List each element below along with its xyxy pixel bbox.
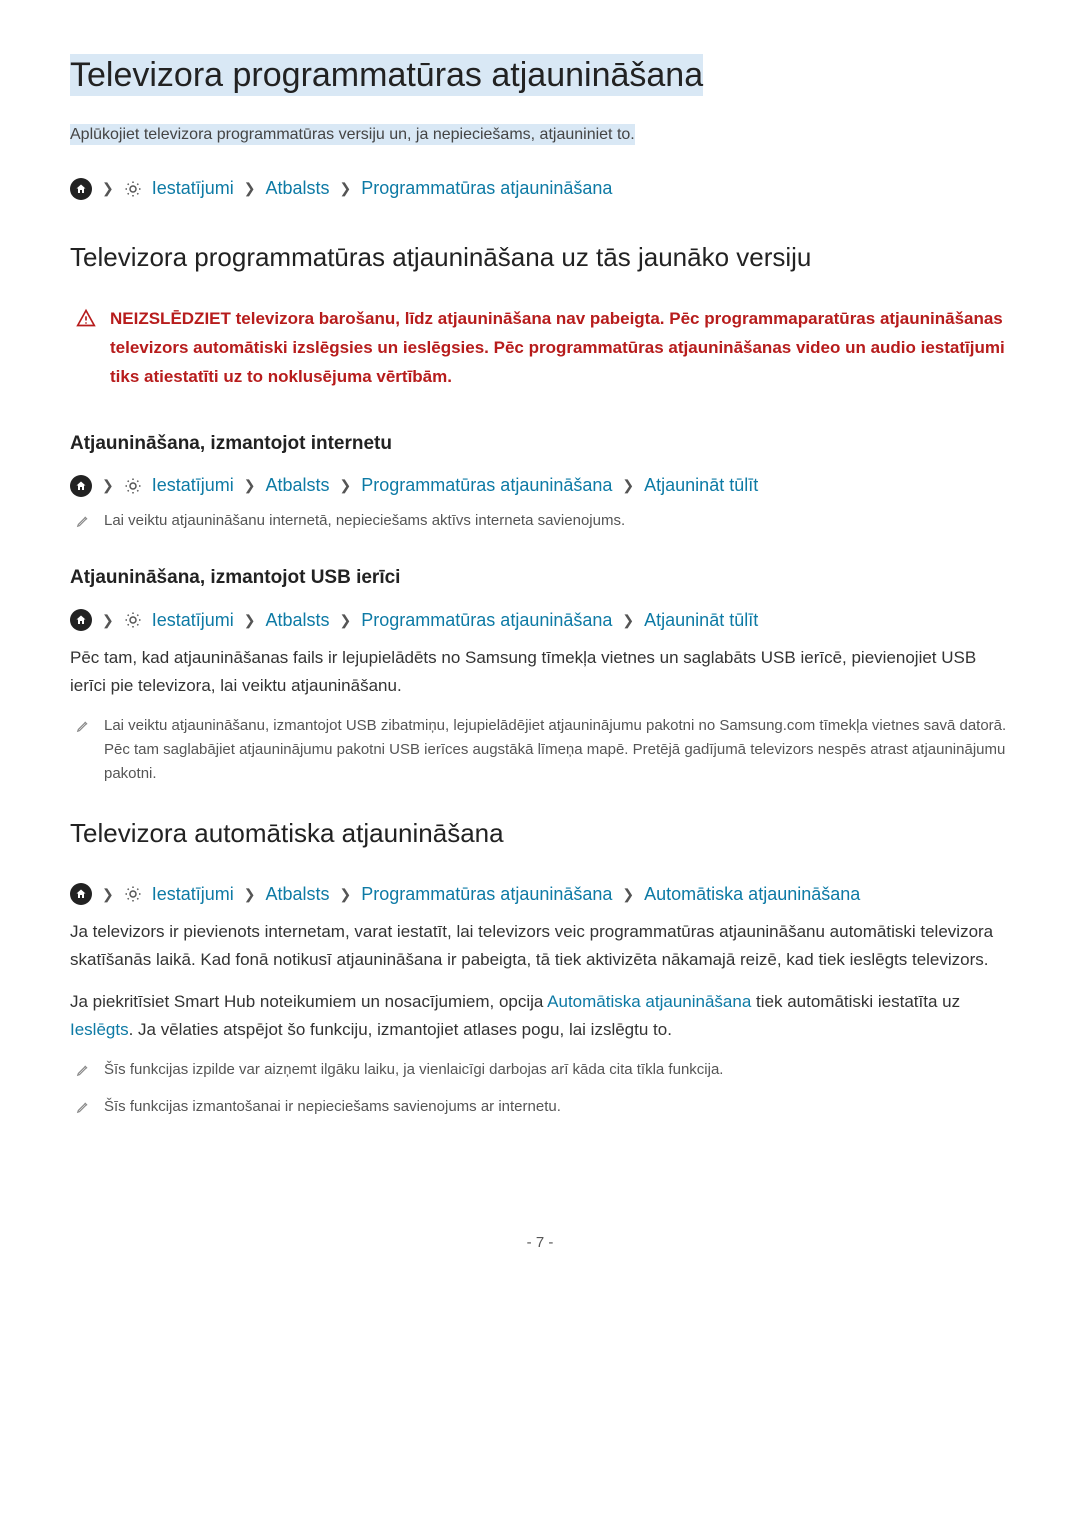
gear-icon (124, 180, 142, 198)
breadcrumb-step[interactable]: Programmatūras atjaunināšana (361, 607, 612, 634)
home-icon (70, 883, 92, 905)
inline-link[interactable]: Ieslēgts (70, 1020, 129, 1039)
chevron-icon: ❯ (340, 884, 352, 905)
chevron-icon: ❯ (622, 610, 634, 631)
chevron-icon: ❯ (244, 610, 256, 631)
chevron-icon: ❯ (102, 610, 114, 631)
home-icon (70, 609, 92, 631)
breadcrumb-step[interactable]: Iestatījumi (152, 881, 234, 908)
pen-icon (76, 1061, 90, 1085)
chevron-icon: ❯ (622, 884, 634, 905)
note-text: Šīs funkcijas izmantošanai ir nepiecieša… (104, 1095, 561, 1122)
breadcrumb-step[interactable]: Atbalsts (266, 472, 330, 499)
breadcrumb-step[interactable]: Automātiska atjaunināšana (644, 881, 860, 908)
breadcrumb-step[interactable]: Iestatījumi (152, 175, 234, 202)
note-text: Lai veiktu atjaunināšanu internetā, nepi… (104, 509, 625, 536)
breadcrumb-main: ❯ Iestatījumi ❯ Atbalsts ❯ Programmatūra… (70, 175, 1010, 202)
note-block: Šīs funkcijas izmantošanai ir nepiecieša… (70, 1095, 1010, 1122)
breadcrumb-step[interactable]: Atbalsts (266, 607, 330, 634)
gear-icon (124, 477, 142, 495)
section-heading: Televizora automātiska atjaunināšana (70, 814, 1010, 853)
breadcrumb-step[interactable]: Atjaunināt tūlīt (644, 472, 758, 499)
text-fragment: . Ja vēlaties atspējot šo funkciju, izma… (129, 1020, 672, 1039)
chevron-icon: ❯ (340, 475, 352, 496)
inline-link[interactable]: Automātiska atjaunināšana (547, 992, 751, 1011)
chevron-icon: ❯ (340, 610, 352, 631)
pen-icon (76, 717, 90, 786)
chevron-icon: ❯ (244, 884, 256, 905)
page-subtitle: Aplūkojiet televizora programmatūras ver… (70, 123, 1010, 147)
body-text: Ja televizors ir pievienots internetam, … (70, 918, 1010, 974)
chevron-icon: ❯ (340, 178, 352, 199)
chevron-icon: ❯ (102, 884, 114, 905)
note-text: Lai veiktu atjaunināšanu, izmantojot USB… (104, 714, 1010, 786)
note-block: Lai veiktu atjaunināšanu, izmantojot USB… (70, 714, 1010, 786)
home-icon (70, 475, 92, 497)
breadcrumb-step[interactable]: Programmatūras atjaunināšana (361, 472, 612, 499)
breadcrumb-step[interactable]: Iestatījumi (152, 607, 234, 634)
note-block: Lai veiktu atjaunināšanu internetā, nepi… (70, 509, 1010, 536)
pen-icon (76, 512, 90, 536)
subsection-heading: Atjaunināšana, izmantojot USB ierīci (70, 564, 1010, 593)
breadcrumb-internet: ❯ Iestatījumi ❯ Atbalsts ❯ Programmatūra… (70, 472, 1010, 499)
warning-text: NEIZSLĒDZIET televizora barošanu, līdz a… (110, 305, 1010, 392)
text-fragment: tiek automātiski iestatīta uz (751, 992, 960, 1011)
breadcrumb-step[interactable]: Atjaunināt tūlīt (644, 607, 758, 634)
body-text: Pēc tam, kad atjaunināšanas fails ir lej… (70, 644, 1010, 700)
section-heading: Televizora programmatūras atjaunināšana … (70, 238, 1010, 277)
body-text: Ja piekritīsiet Smart Hub noteikumiem un… (70, 988, 1010, 1044)
chevron-icon: ❯ (102, 475, 114, 496)
breadcrumb-step[interactable]: Programmatūras atjaunināšana (361, 881, 612, 908)
chevron-icon: ❯ (102, 178, 114, 199)
breadcrumb-auto: ❯ Iestatījumi ❯ Atbalsts ❯ Programmatūra… (70, 881, 1010, 908)
text-fragment: Ja piekritīsiet Smart Hub noteikumiem un… (70, 992, 547, 1011)
breadcrumb-step[interactable]: Atbalsts (266, 175, 330, 202)
breadcrumb-step[interactable]: Atbalsts (266, 881, 330, 908)
gear-icon (124, 885, 142, 903)
gear-icon (124, 611, 142, 629)
warning-block: NEIZSLĒDZIET televizora barošanu, līdz a… (70, 305, 1010, 392)
chevron-icon: ❯ (622, 475, 634, 496)
note-text: Šīs funkcijas izpilde var aizņemt ilgāku… (104, 1058, 723, 1085)
warning-icon (76, 308, 96, 392)
breadcrumb-usb: ❯ Iestatījumi ❯ Atbalsts ❯ Programmatūra… (70, 607, 1010, 634)
pen-icon (76, 1098, 90, 1122)
home-icon (70, 178, 92, 200)
page-title: Televizora programmatūras atjaunināšana (70, 50, 1010, 101)
breadcrumb-step[interactable]: Programmatūras atjaunināšana (361, 175, 612, 202)
subsection-heading: Atjaunināšana, izmantojot internetu (70, 430, 1010, 459)
chevron-icon: ❯ (244, 178, 256, 199)
breadcrumb-step[interactable]: Iestatījumi (152, 472, 234, 499)
chevron-icon: ❯ (244, 475, 256, 496)
note-block: Šīs funkcijas izpilde var aizņemt ilgāku… (70, 1058, 1010, 1085)
page-number: - 7 - (70, 1232, 1010, 1255)
